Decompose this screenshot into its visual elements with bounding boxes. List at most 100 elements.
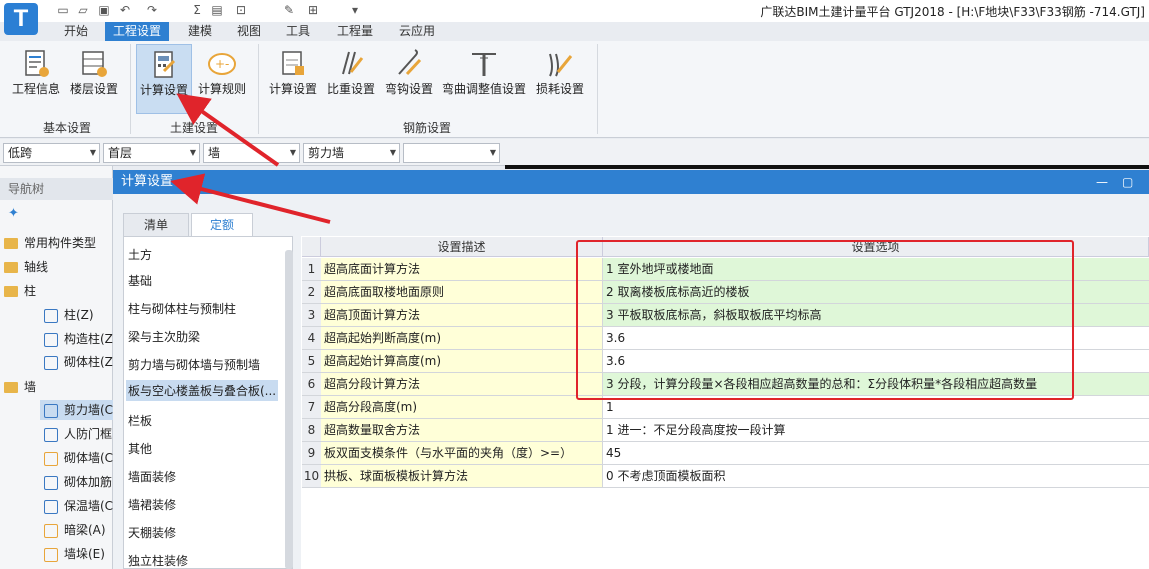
density-settings-button[interactable]: 比重设置: [323, 44, 379, 114]
save-icon[interactable]: ▣: [97, 3, 111, 17]
zone-select[interactable]: 低跨 ▼: [3, 143, 100, 163]
row-number: 5: [302, 350, 321, 373]
nav-item-wall-pier[interactable]: 墙垛(E): [44, 544, 105, 564]
category-item[interactable]: 栏板: [128, 412, 152, 429]
tab-tools[interactable]: 工具: [278, 22, 318, 41]
category-item[interactable]: 天棚装修: [128, 524, 176, 541]
tab-bill[interactable]: 清单: [123, 213, 189, 237]
element-type-select[interactable]: 墙 ▼: [203, 143, 300, 163]
hook-settings-button[interactable]: 弯钩设置: [381, 44, 437, 114]
nav-item-label: 柱(Z): [64, 308, 94, 322]
add-icon[interactable]: ✦: [8, 206, 19, 221]
rebar-calc-settings-button[interactable]: 计算设置: [265, 44, 321, 114]
row-number: 8: [302, 419, 321, 442]
chevron-down-icon: ▼: [389, 148, 396, 157]
view-icon[interactable]: ⊡: [234, 3, 248, 17]
category-item[interactable]: 墙裙装修: [128, 496, 176, 513]
floor-settings-button[interactable]: 楼层设置: [66, 44, 122, 114]
nav-item-column[interactable]: 柱(Z): [44, 305, 94, 325]
tab-start[interactable]: 开始: [56, 22, 96, 41]
tab-project-settings[interactable]: 工程设置: [105, 22, 170, 41]
group-divider: [130, 44, 131, 134]
minimize-icon[interactable]: —: [1096, 175, 1108, 189]
nav-item-label: 柱: [24, 284, 37, 298]
category-item[interactable]: 独立柱装修: [128, 552, 188, 569]
tab-cloud[interactable]: 云应用: [391, 22, 443, 41]
hook-icon: [398, 49, 422, 76]
chevron-down-icon: ▼: [89, 148, 96, 157]
group-civil-settings: 土建设置: [169, 121, 218, 135]
nav-item-shear-wall[interactable]: 剪力墙(C: [40, 400, 113, 420]
category-item[interactable]: 土方: [128, 246, 152, 263]
setting-description: 板双面支模条件（与水平面的夹角（度）>=）: [321, 442, 603, 465]
nav-item-label: 人防门框: [64, 427, 113, 441]
setting-option[interactable]: 1 进一：不足分段高度按一段计算: [603, 419, 1149, 442]
setting-description: 超高分段计算方法: [321, 373, 603, 396]
nav-item-axis[interactable]: 轴线: [4, 257, 48, 277]
tab-view[interactable]: 视图: [229, 22, 269, 41]
floor-settings-icon: [82, 51, 107, 77]
nav-item-hidden-beam[interactable]: 暗梁(A): [44, 520, 106, 540]
category-item[interactable]: 其他: [128, 440, 152, 457]
tab-quantity[interactable]: 工程量: [329, 22, 381, 41]
instance-select[interactable]: ▼: [403, 143, 500, 163]
grid-icon[interactable]: ⊞: [306, 3, 320, 17]
calc-rules-icon: +-: [208, 53, 236, 75]
row-number-header: [302, 237, 321, 257]
category-scrollbar[interactable]: [285, 250, 293, 569]
setting-option[interactable]: 45: [603, 442, 1149, 465]
tab-quota[interactable]: 定额: [191, 213, 253, 237]
nav-item-common[interactable]: 常用构件类型: [4, 233, 96, 253]
hook-settings-label: 弯钩设置: [384, 82, 433, 96]
category-item[interactable]: 墙面装修: [128, 468, 176, 485]
nav-item-masonry-reinforcement[interactable]: 砌体加筋: [44, 472, 112, 492]
column-icon: [44, 332, 58, 347]
floor-select[interactable]: 首层 ▼: [103, 143, 200, 163]
bend-adjust-settings-button[interactable]: 弯曲调整值设置: [439, 44, 529, 114]
civil-calc-settings-button[interactable]: 计算设置: [136, 44, 192, 114]
category-item[interactable]: 柱与砌体柱与预制柱: [128, 300, 236, 317]
nav-tree-header: 导航树: [0, 178, 113, 200]
nav-item-insulation-wall[interactable]: 保温墙(C: [44, 496, 113, 516]
project-info-label: 工程信息: [11, 82, 60, 96]
category-item-selected[interactable]: 板与空心楼盖板与叠合板(...: [126, 380, 279, 401]
setting-option[interactable]: 0 不考虑顶面模板面积: [603, 465, 1149, 488]
nav-item-label: 常用构件类型: [24, 236, 97, 250]
nav-item-label: 墙: [24, 380, 37, 394]
calc-rules-label: 计算规则: [197, 82, 246, 96]
nav-item-masonry-wall[interactable]: 砌体墙(C: [44, 448, 113, 468]
bend-adjust-settings-label: 弯曲调整值设置: [441, 82, 526, 96]
element-select[interactable]: 剪力墙 ▼: [303, 143, 400, 163]
nav-item-label: 墙垛(E): [64, 547, 105, 561]
redo-icon[interactable]: ↷: [145, 3, 159, 17]
category-item[interactable]: 剪力墙与砌体墙与预制墙: [128, 356, 260, 373]
report-icon[interactable]: ▤: [210, 3, 224, 17]
loss-settings-button[interactable]: 损耗设置: [531, 44, 589, 114]
folder-icon: [4, 382, 18, 393]
open-folder-icon[interactable]: ▱: [76, 3, 90, 17]
nav-item-column-group[interactable]: 柱: [4, 281, 36, 301]
nav-item-structural-column[interactable]: 构造柱(Z: [44, 329, 113, 349]
category-item[interactable]: 梁与主次肋梁: [128, 328, 200, 345]
setting-description: 拱板、球面板模板计算方法: [321, 465, 603, 488]
calc-rules-button[interactable]: +- 计算规则: [194, 44, 250, 114]
loss-settings-label: 损耗设置: [535, 82, 584, 96]
undo-icon[interactable]: ↶: [118, 3, 132, 17]
pencil-icon[interactable]: ✎: [282, 3, 296, 17]
setting-description: 超高底面取楼地面原则: [321, 281, 603, 304]
new-file-icon[interactable]: ▭: [56, 3, 70, 17]
tab-modeling[interactable]: 建模: [180, 22, 220, 41]
more-icon[interactable]: ▾: [348, 3, 362, 17]
nav-item-civil-door-frame[interactable]: 人防门框: [44, 424, 112, 444]
nav-item-wall-group[interactable]: 墙: [4, 377, 36, 397]
project-info-button[interactable]: 工程信息: [8, 44, 64, 114]
civil-calc-settings-label: 计算设置: [139, 83, 188, 97]
maximize-icon[interactable]: ▢: [1122, 175, 1133, 189]
nav-item-masonry-column[interactable]: 砌体柱(Z): [44, 352, 118, 372]
chevron-down-icon: ▼: [489, 148, 496, 157]
nav-item-label: 剪力墙(C: [64, 403, 114, 417]
chevron-down-icon: ▼: [289, 148, 296, 157]
category-item[interactable]: 基础: [128, 272, 152, 289]
app-logo[interactable]: T: [4, 3, 38, 35]
sum-icon[interactable]: Σ: [190, 3, 204, 17]
